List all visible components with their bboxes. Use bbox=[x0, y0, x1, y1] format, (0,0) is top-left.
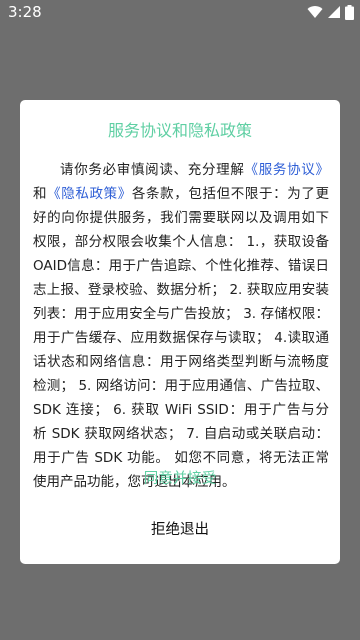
dialog-title: 服务协议和隐私政策 bbox=[107, 121, 252, 140]
service-agreement-link[interactable]: 《服务协议》 bbox=[245, 162, 329, 178]
battery-icon bbox=[345, 4, 354, 20]
status-time: 3:28 bbox=[8, 3, 42, 21]
wifi-icon bbox=[307, 5, 323, 19]
cellular-signal-icon bbox=[327, 5, 341, 19]
refuse-button[interactable]: 拒绝退出 bbox=[20, 517, 340, 543]
body-intro: 请你务必审慎阅读、充分理解 bbox=[60, 162, 245, 178]
dialog-body: 请你务必审慎阅读、充分理解《服务协议》和《隐私政策》各条款，包括但不限于：为了更… bbox=[33, 158, 329, 494]
status-bar: 3:28 bbox=[0, 0, 360, 24]
privacy-policy-link[interactable]: 《隐私政策》 bbox=[47, 186, 132, 202]
agree-button[interactable]: 同意并接受 bbox=[20, 466, 340, 492]
privacy-dialog: 服务协议和隐私政策 请你务必审慎阅读、充分理解《服务协议》和《隐私政策》各条款，… bbox=[20, 100, 340, 564]
body-rest: 各条款，包括但不限于：为了更好的向你提供服务，我们需要联网以及调用如下权限，部分… bbox=[33, 186, 329, 490]
body-and: 和 bbox=[33, 186, 48, 202]
status-icons bbox=[307, 4, 354, 20]
